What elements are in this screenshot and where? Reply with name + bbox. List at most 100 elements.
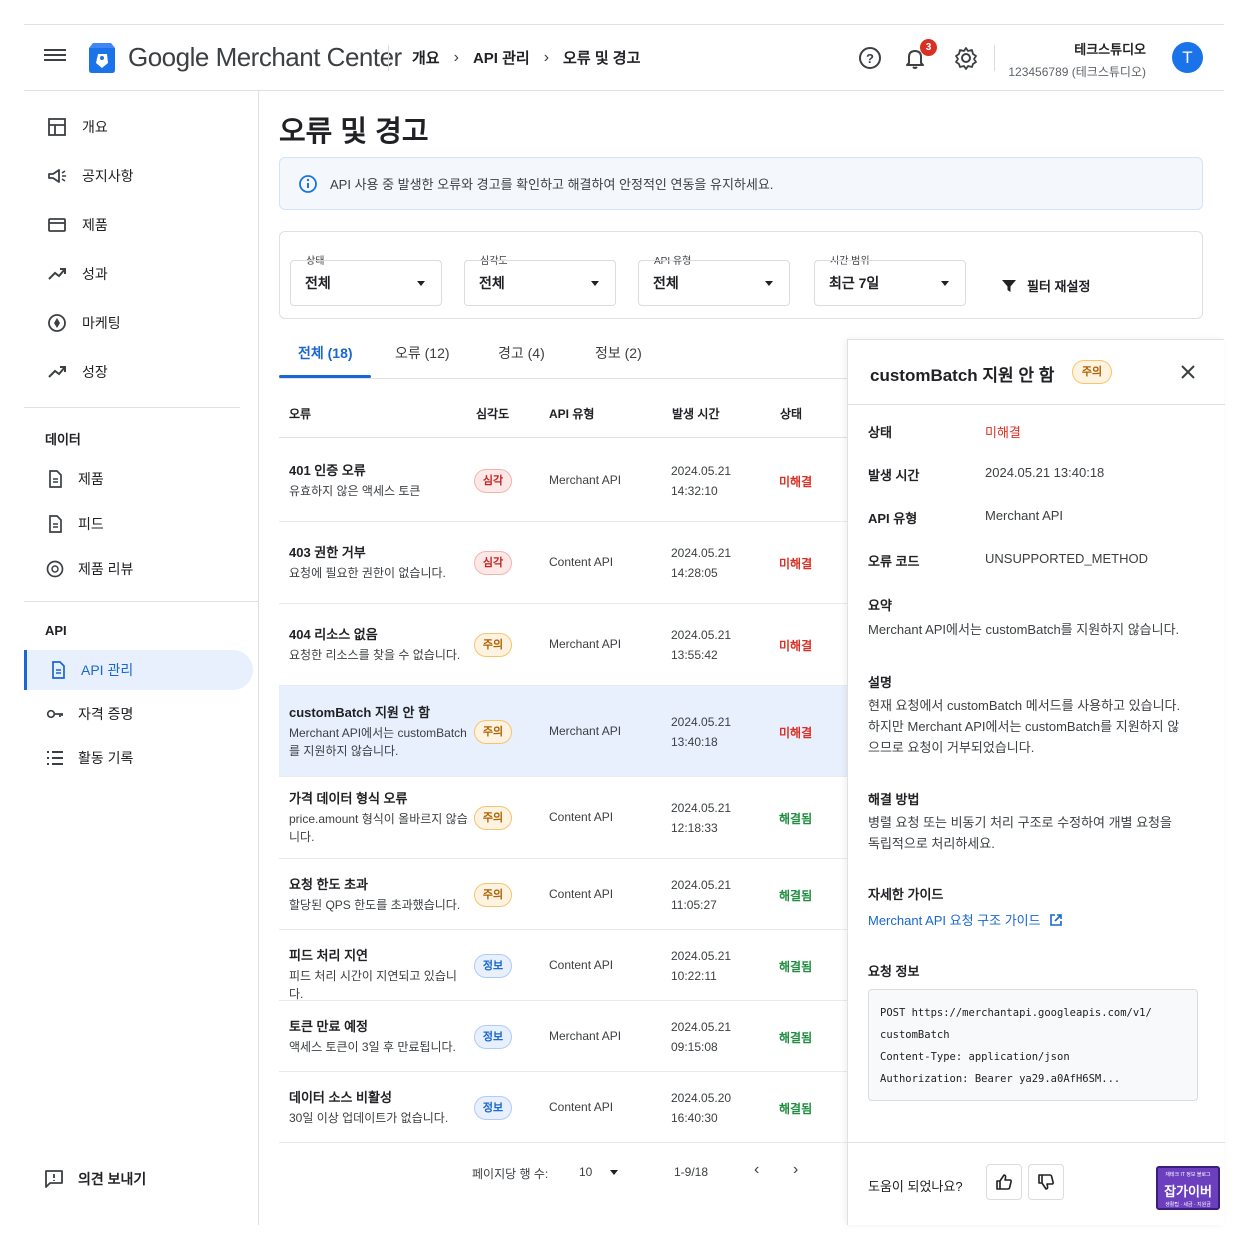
row-api-type: Content API — [549, 887, 614, 901]
row-date: 2024.05.21 — [671, 628, 732, 642]
tab-warnings[interactable]: 경고 (4) — [498, 343, 545, 363]
row-description: price.amount 형식이 올바르지 않습니다. — [289, 812, 468, 844]
severity-filter-select[interactable]: 전체 — [464, 260, 616, 306]
row-date: 2024.05.21 — [671, 878, 732, 892]
feedback-label: 의견 보내기 — [78, 1171, 147, 1187]
sidebar-item-growth[interactable]: 성장 — [24, 352, 253, 392]
sidebar-item-api-management[interactable]: API 관리 — [24, 650, 253, 690]
caret-down-icon — [765, 281, 773, 286]
guide-link[interactable]: Merchant API 요청 구조 가이드 — [868, 910, 1063, 929]
row-api-type: Merchant API — [549, 637, 622, 651]
table-row[interactable]: 401 인증 오류 유효하지 않은 액세스 토큰 심각 Merchant API 202… — [279, 439, 847, 522]
marketing-icon — [46, 312, 68, 334]
page-range: 1-9/18 — [674, 1165, 709, 1179]
row-description: 액세스 토큰이 3일 후 만료됩니다. — [289, 1040, 456, 1054]
next-page-icon[interactable]: › — [793, 1161, 798, 1179]
row-date: 2024.05.21 — [671, 801, 732, 815]
avatar[interactable]: T — [1172, 42, 1203, 73]
feedback-icon — [45, 1170, 63, 1188]
list-icon — [44, 747, 66, 769]
filter-value: 전체 — [479, 275, 505, 291]
info-text: API 사용 중 발생한 오류와 경고를 확인하고 해결하여 안정적인 연동을 … — [330, 177, 774, 192]
row-description: 피드 처리 시간이 지연되고 있습니다. — [289, 969, 457, 1001]
status-badge: 미해결 — [779, 475, 813, 489]
breadcrumb-item-overview[interactable]: 개요 — [412, 47, 440, 68]
sidebar-item-label: 제품 리뷰 — [78, 561, 134, 577]
account-info[interactable]: 테크스튜디오 123456789 (테크스튜디오) — [1008, 39, 1146, 80]
table-row[interactable]: 가격 데이터 형식 오류 price.amount 형식이 올바르지 않습니다. 주… — [279, 777, 847, 859]
gear-icon[interactable] — [953, 45, 979, 71]
sidebar-item-performance[interactable]: 성과 — [24, 254, 253, 294]
severity-badge: 주의 — [474, 883, 512, 907]
sidebar-item-reviews[interactable]: 제품 리뷰 — [24, 549, 253, 589]
row-date: 2024.05.21 — [671, 715, 732, 729]
prev-page-icon[interactable]: ‹ — [754, 1161, 759, 1179]
sidebar-item-label: 마케팅 — [82, 315, 121, 331]
code-line: customBatch — [880, 1029, 950, 1041]
status-filter-select[interactable]: 전체 — [290, 260, 442, 306]
caret-down-icon — [609, 1170, 618, 1176]
code-line: Content-Type: application/json — [880, 1051, 1070, 1063]
help-icon[interactable]: ? — [857, 45, 883, 71]
sidebar-item-label: 제품 — [78, 471, 104, 487]
sidebar-item-announcements[interactable]: 공지사항 — [24, 156, 253, 196]
sidebar-item-products[interactable]: 제품 — [24, 205, 253, 245]
info-banner: API 사용 중 발생한 오류와 경고를 확인하고 해결하여 안정적인 연동을 … — [279, 157, 1203, 210]
row-api-type: Content API — [549, 1100, 614, 1114]
table-row[interactable]: 403 권한 거부 요청에 필요한 권한이 없습니다. 심각 Content API 2… — [279, 522, 847, 604]
sidebar-item-activity-log[interactable]: 활동 기록 — [24, 738, 253, 778]
reset-filters-button[interactable]: 필터 재설정 — [1001, 276, 1090, 295]
megaphone-icon — [46, 165, 68, 187]
row-date: 2024.05.20 — [671, 1091, 732, 1105]
column-header-api-type: API 유형 — [549, 407, 595, 421]
send-feedback-button[interactable]: 의견 보내기 — [44, 1169, 146, 1189]
row-time: 2024.05.21 11:05:27 — [671, 875, 731, 915]
row-title: 404 리소스 없음 — [289, 627, 378, 642]
growth-icon — [46, 361, 68, 383]
breadcrumb-item-current: 오류 및 경고 — [563, 50, 641, 67]
thumbs-down-button[interactable] — [1028, 1164, 1064, 1200]
table-row[interactable]: 404 리소스 없음 요청한 리소스를 찾을 수 없습니다. 주의 Merchant … — [279, 604, 847, 686]
table-row[interactable]: 피드 처리 지연 피드 처리 시간이 지연되고 있습니다. 정보 Content AP… — [279, 930, 847, 1001]
table-row[interactable]: customBatch 지원 안 함 Merchant API에서는 custom… — [279, 686, 847, 777]
divider — [994, 45, 995, 71]
document-icon — [44, 468, 66, 490]
sidebar-item-data-products[interactable]: 제품 — [24, 459, 253, 499]
thumbs-up-button[interactable] — [986, 1164, 1022, 1200]
table-row[interactable]: 토큰 만료 예정 액세스 토큰이 3일 후 만료됩니다. 정보 Merchant AP… — [279, 1001, 847, 1072]
merchant-center-logo — [89, 43, 115, 73]
hamburger-menu-icon[interactable] — [44, 46, 66, 68]
sidebar-item-feeds[interactable]: 피드 — [24, 504, 253, 544]
breadcrumb-item-api[interactable]: API 관리 — [473, 47, 530, 68]
row-clock: 13:55:42 — [671, 648, 718, 662]
row-title: 403 권한 거부 — [289, 545, 366, 560]
severity-badge: 심각 — [474, 551, 512, 575]
api-type-filter-select[interactable]: 전체 — [638, 260, 790, 306]
row-title: 데이터 소스 비활성 — [289, 1090, 392, 1105]
row-date: 2024.05.21 — [671, 546, 732, 560]
dashboard-icon — [46, 116, 68, 138]
column-header-time: 발생 시간 — [672, 407, 720, 421]
row-clock: 13:40:18 — [671, 735, 718, 749]
divider — [848, 404, 1225, 405]
sidebar-item-marketing[interactable]: 마케팅 — [24, 303, 253, 343]
status-badge: 미해결 — [779, 726, 813, 740]
rows-per-page-select[interactable]: 10 — [579, 1165, 618, 1179]
trending-icon — [46, 263, 68, 285]
summary-heading: 요약 — [868, 598, 892, 613]
detail-key-api-type: API 유형 — [868, 511, 918, 526]
table-row[interactable]: 데이터 소스 비활성 30일 이상 업데이트가 없습니다. 정보 Content AP… — [279, 1072, 847, 1143]
tab-all[interactable]: 전체 (18) — [298, 343, 353, 363]
sidebar-item-credentials[interactable]: 자격 증명 — [24, 694, 253, 734]
tab-info[interactable]: 정보 (2) — [595, 343, 642, 363]
sidebar-item-overview[interactable]: 개요 — [24, 107, 253, 147]
caret-down-icon — [591, 281, 599, 286]
status-badge: 해결됨 — [779, 889, 813, 903]
row-date: 2024.05.21 — [671, 1020, 732, 1034]
tab-errors[interactable]: 오류 (12) — [395, 343, 450, 363]
request-code-block: POST https://merchantapi.googleapis.com/… — [868, 989, 1198, 1101]
time-range-filter-select[interactable]: 최근 7일 — [814, 260, 966, 306]
review-icon — [44, 558, 66, 580]
table-row[interactable]: 요청 한도 초과 할당된 QPS 한도를 초과했습니다. 주의 Content API… — [279, 859, 847, 930]
close-icon[interactable] — [1178, 362, 1198, 382]
